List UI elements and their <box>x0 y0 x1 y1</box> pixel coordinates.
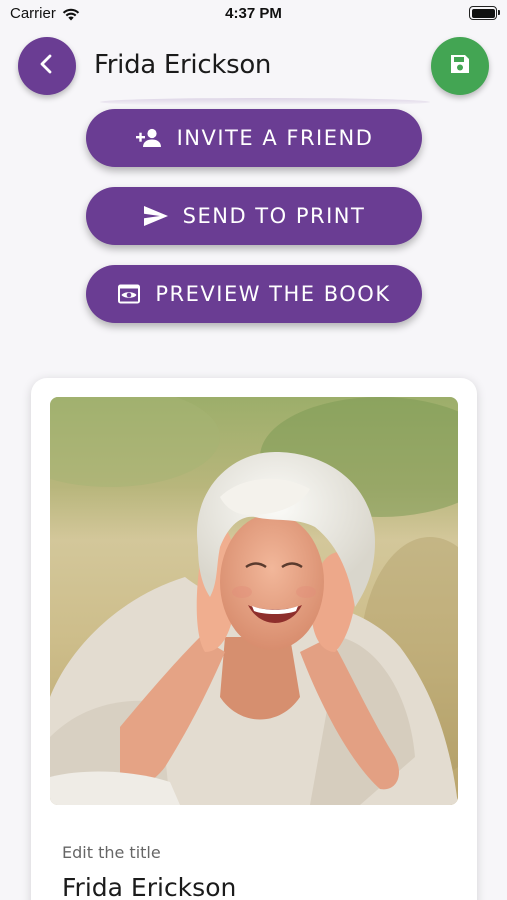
send-to-print-button[interactable]: SEND TO PRINT <box>86 187 422 245</box>
preview-book-label: PREVIEW THE BOOK <box>155 282 391 306</box>
title-input[interactable]: Frida Erickson <box>62 873 236 900</box>
status-bar: Carrier 4:37 PM <box>0 0 507 28</box>
chevron-left-icon <box>36 53 58 79</box>
save-button[interactable] <box>431 37 489 95</box>
edit-title-label: Edit the title <box>62 843 161 862</box>
smiling-elderly-woman-photo[interactable] <box>50 397 458 805</box>
clock-time: 4:37 PM <box>225 5 282 22</box>
screen: Carrier 4:37 PM Frida Erickson INVITE A … <box>0 0 507 900</box>
page-title: Frida Erickson <box>94 50 272 80</box>
invite-friend-button[interactable]: INVITE A FRIEND <box>86 109 422 167</box>
preview-book-button[interactable]: PREVIEW THE BOOK <box>86 265 422 323</box>
title-card: Edit the title Frida Erickson <box>31 378 477 900</box>
invite-friend-label: INVITE A FRIEND <box>176 126 374 150</box>
eye-preview-icon <box>117 283 141 305</box>
battery-icon <box>469 6 500 20</box>
send-icon <box>143 205 169 227</box>
back-button[interactable] <box>18 37 76 95</box>
floppy-disk-icon <box>448 52 472 80</box>
person-add-icon <box>135 127 163 149</box>
header-divider-shadow <box>100 98 430 106</box>
send-to-print-label: SEND TO PRINT <box>182 204 366 228</box>
